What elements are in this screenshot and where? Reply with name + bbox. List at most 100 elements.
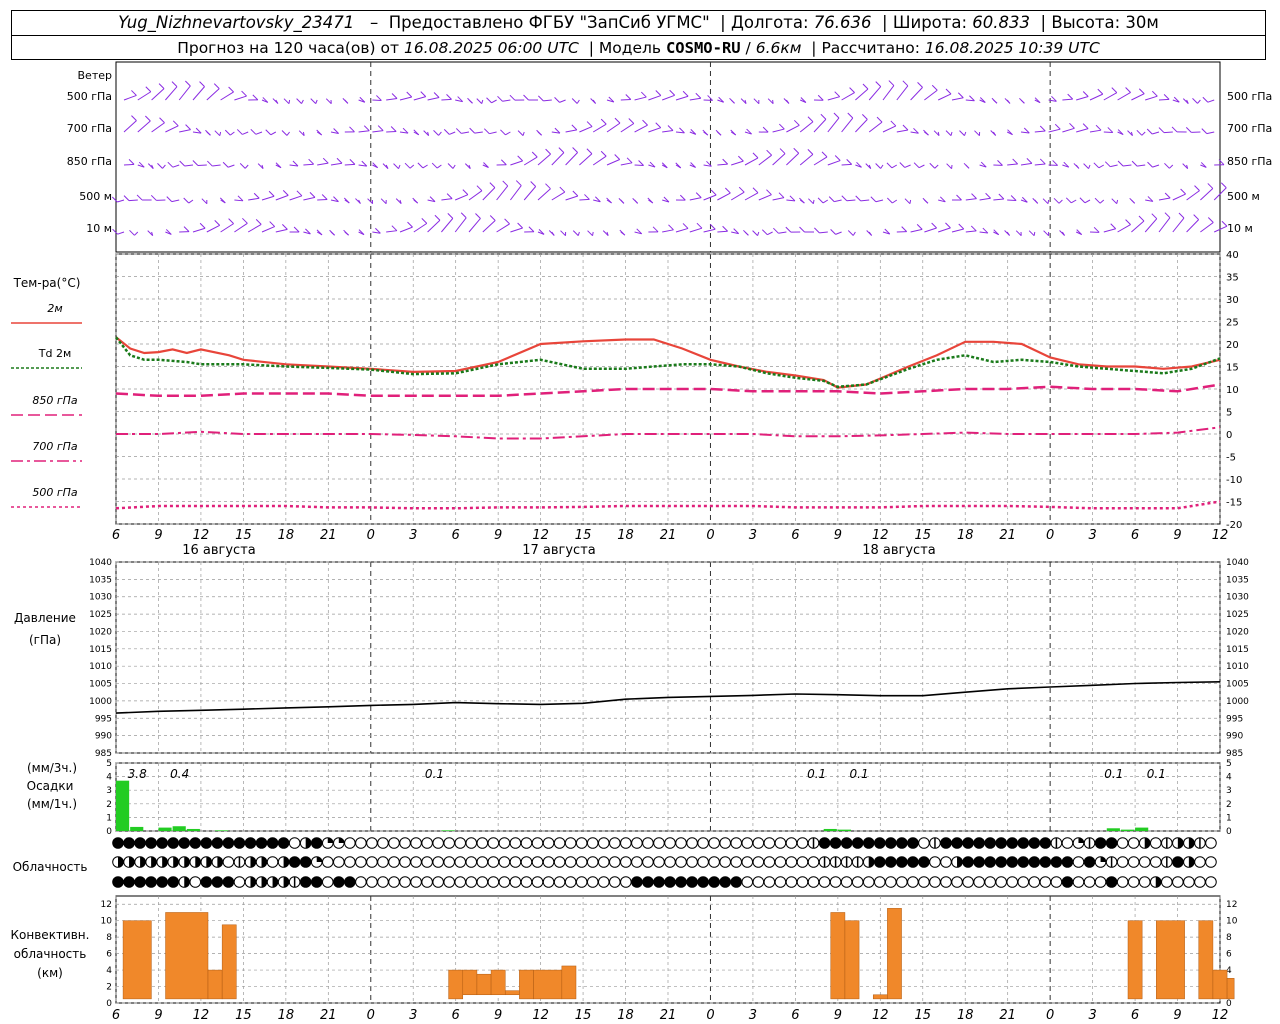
wind-barb-feather: [1125, 87, 1131, 93]
wind-barb-feather: [1042, 198, 1049, 205]
conv-bar: [165, 912, 209, 1000]
cloud-symbol: [586, 837, 599, 849]
cloud-symbol-fill: [261, 856, 267, 868]
wind-barb: [1206, 131, 1215, 135]
wind-barb-feather: [241, 90, 247, 97]
wind-barb-feather: [420, 91, 427, 97]
wind-barb-feather: [1039, 158, 1046, 165]
wind-barb-feather: [206, 160, 213, 167]
cloud-symbol: [178, 837, 191, 849]
wind-level-label-right: 700 гПа: [1227, 122, 1272, 135]
wind-barb: [565, 152, 578, 166]
cloud-symbol-fill: [283, 856, 289, 868]
wind-barb-feather: [1082, 123, 1089, 130]
cloud-symbol: [752, 876, 765, 888]
cloud-symbol: [1149, 837, 1162, 849]
conv-bar: [504, 990, 520, 996]
wind-barb-feather: [626, 157, 633, 164]
wind-barb-feather: [799, 226, 805, 233]
wind-barb-feather: [715, 129, 722, 136]
wind-barb-feather: [517, 130, 524, 137]
wind-barb-feather: [652, 226, 659, 233]
cloud-symbol: [1194, 856, 1206, 868]
wind-barb-feather: [1201, 128, 1208, 134]
wind-barb-feather: [467, 97, 473, 104]
cloud-symbol: [730, 856, 743, 868]
cloud-symbol: [873, 856, 886, 868]
cloud-symbol: [741, 837, 754, 849]
cloud-symbol: [962, 837, 974, 849]
cloud-symbol: [1017, 837, 1030, 849]
cloud-symbol: [1183, 876, 1195, 888]
cloud-symbol-fill: [162, 856, 168, 868]
wind-barb-feather: [1136, 129, 1143, 136]
wind-barb: [234, 95, 247, 101]
wind-barb: [1110, 164, 1118, 168]
wind-barb: [772, 128, 785, 133]
cloud-symbol: [763, 837, 776, 849]
conv-x-tick: 12: [532, 1008, 549, 1023]
wind-barb-feather: [861, 114, 868, 120]
conv-bar: [519, 969, 534, 1000]
wind-barb-feather: [1151, 213, 1158, 220]
wind-barb-feather: [390, 126, 397, 132]
cloud-symbol: [432, 856, 444, 868]
cloud-symbol: [962, 876, 974, 888]
cloud-symbol: [465, 856, 478, 868]
wind-barb-feather: [600, 150, 607, 157]
wind-barb-feather: [171, 81, 178, 88]
wind-barb-feather: [655, 122, 662, 129]
wind-barb-feather: [807, 116, 814, 123]
pressure-tick-left: 1035: [89, 575, 112, 585]
pressure-tick-right: 1040: [1226, 558, 1249, 568]
wind-barb-feather: [308, 158, 315, 165]
temp-x-tick: 9: [1173, 528, 1181, 543]
cloud-symbol: [1083, 856, 1096, 868]
wind-barb-feather: [486, 97, 492, 104]
cloud-symbol: [167, 876, 179, 888]
wind-barb-feather: [821, 151, 828, 158]
wind-barb: [179, 129, 191, 133]
cloud-symbol: [487, 876, 500, 888]
wind-barb: [1131, 93, 1145, 101]
cloud-symbol: [167, 837, 179, 849]
precip-tick-left: 2: [106, 800, 112, 810]
cloud-symbol: [211, 876, 224, 888]
wind-barb-feather: [855, 195, 862, 202]
temp-tick-label: 30: [1226, 295, 1239, 306]
wind-barb: [1062, 98, 1073, 101]
wind-barb: [880, 164, 884, 169]
cloud-symbol: [1083, 876, 1096, 888]
cloud-symbol-fill: [1100, 856, 1106, 862]
cloud-symbol: [774, 837, 787, 849]
wind-barb-feather: [904, 198, 911, 205]
temp-x-tick: 12: [193, 528, 210, 543]
wind-barb: [634, 96, 647, 101]
wind-barb-feather: [228, 218, 234, 224]
cloud-symbol: [366, 876, 378, 888]
cloud-symbol: [686, 837, 698, 849]
conv-x-tick: 12: [872, 1008, 889, 1023]
cloud-symbol: [642, 856, 654, 868]
wind-barb-feather: [590, 98, 596, 104]
meteogram: 500 гПа 500 гПа 700 гПа 700 гПа 850 гПа 850 г…: [11, 61, 1272, 1023]
precip-3h-label: 0.1: [1104, 767, 1123, 781]
precip-tick-left: 3: [106, 786, 112, 796]
cloud-symbol: [995, 837, 1008, 849]
cloud-symbol-fill: [272, 876, 278, 888]
temp-tick-label: -15: [1226, 498, 1242, 509]
pressure-tick-left: 995: [95, 714, 112, 724]
wind-barb: [772, 197, 785, 201]
cloud-symbol: [421, 876, 433, 888]
wind-barb: [165, 86, 178, 101]
wind-barb-feather: [778, 192, 785, 199]
cloud-symbol: [929, 856, 941, 868]
wind-barb: [275, 228, 288, 233]
wind-barb-feather: [722, 225, 728, 232]
cloud-symbol: [134, 876, 146, 888]
cloud-symbol: [829, 876, 842, 888]
wind-barb: [315, 99, 318, 104]
wind-barb: [979, 197, 991, 201]
cloud-symbol: [785, 837, 798, 849]
cloud-symbol: [355, 837, 367, 849]
